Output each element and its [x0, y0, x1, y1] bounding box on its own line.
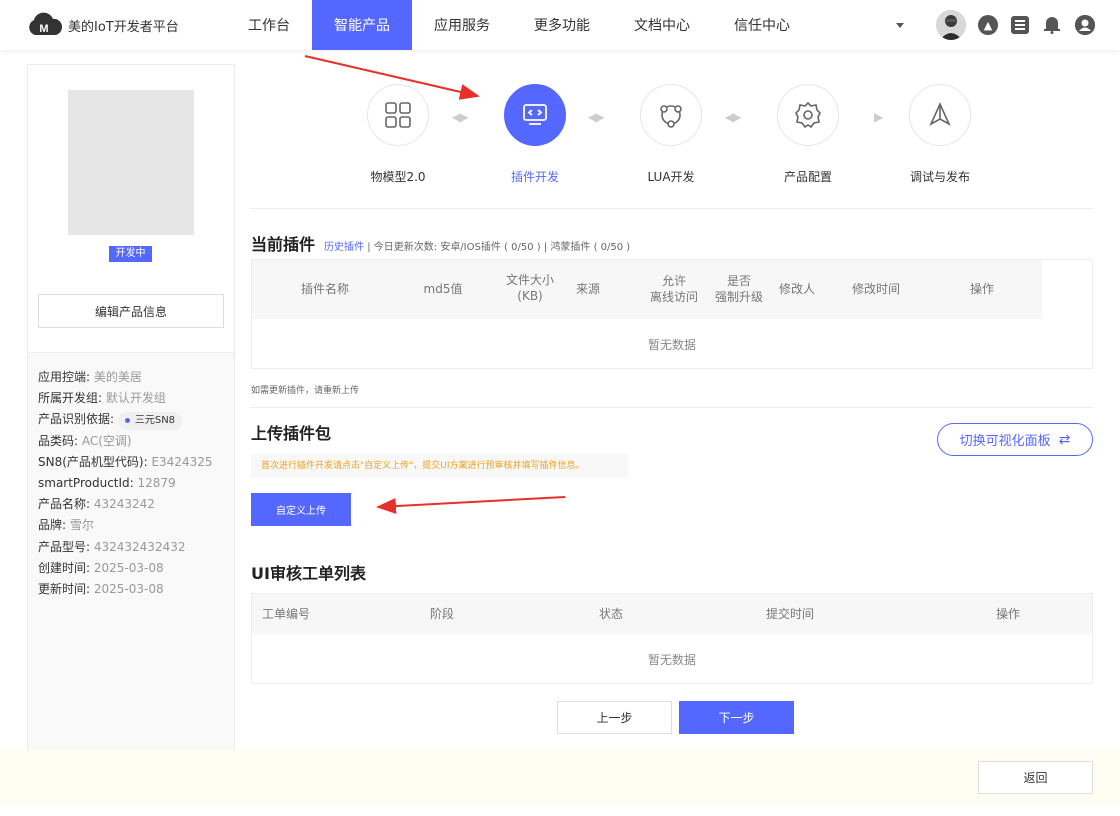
- step-lua-dev[interactable]: LUA开发: [631, 84, 711, 185]
- col-review-actions: 操作: [995, 607, 1020, 621]
- info-brand: 品牌: 雪尔: [38, 518, 94, 533]
- back-button[interactable]: 返回: [978, 761, 1093, 794]
- nav-app-services[interactable]: 应用服务: [412, 0, 512, 50]
- plugins-empty-text: 暂无数据: [647, 338, 696, 352]
- col-file-size: 文件大小 (KB): [505, 273, 554, 303]
- development-steps: 物模型2.0 ◀▶ 插件开发 ◀▶ LUA开发 ◀▶ 产品配置 ▶ 调试与发布: [250, 64, 1093, 209]
- info-created: 创建时间: 2025-03-08: [38, 560, 164, 575]
- col-source: 来源: [575, 282, 600, 296]
- next-step-button[interactable]: 下一步: [679, 701, 794, 734]
- list-icon[interactable]: [1011, 16, 1029, 34]
- sn8-chip: 三元SN8: [117, 412, 183, 431]
- info-product-name: 产品名称: 43243242: [38, 497, 155, 512]
- upload-plugin-title: 上传插件包: [251, 424, 332, 443]
- top-nav-bar: M 美的IoT开发者平台 工作台 智能产品 应用服务 更多功能 文档中心 信任中…: [0, 0, 1120, 50]
- section-divider: [250, 407, 1093, 408]
- ui-review-table: 工单编号 阶段 状态 提交时间 操作 暂无数据: [251, 593, 1093, 684]
- gear-icon: [777, 84, 839, 146]
- status-badge: 开发中: [109, 246, 152, 262]
- android-ios-quota: 安卓/IOS插件 ( 0/50 ): [440, 242, 541, 253]
- brand-name: 美的IoT开发者平台: [68, 19, 179, 35]
- swap-arrows-icon: ⇄: [1058, 431, 1071, 448]
- info-smart-product-id: smartProductId: 12879: [38, 476, 176, 491]
- nav-smart-products[interactable]: 智能产品: [312, 0, 412, 50]
- info-category-code: 品类码: AC(空调): [38, 433, 132, 448]
- info-model: 产品型号: 432432432432: [38, 539, 186, 554]
- nav-trust-center[interactable]: 信任中心: [712, 0, 812, 50]
- step-thing-model[interactable]: 物模型2.0: [358, 84, 438, 185]
- annotation-arrow-to-upload: [376, 496, 566, 515]
- chevron-down-icon[interactable]: [896, 22, 904, 28]
- cloud-logo-icon: M: [26, 12, 63, 38]
- info-dev-group: 所属开发组: 默认开发组: [38, 391, 166, 406]
- avatar[interactable]: [936, 10, 966, 40]
- svg-text:M: M: [39, 23, 48, 35]
- harmony-quota: 鸿蒙插件 ( 0/50 ): [550, 242, 631, 253]
- footer-bar: 返回: [0, 750, 1120, 804]
- nav-more-features[interactable]: 更多功能: [512, 0, 612, 50]
- col-force-upgrade: 是否 强制升级: [714, 274, 763, 304]
- current-plugins-table: 插件名称 md5值 文件大小 (KB) 来源 允许 离线访问 是否 强制升级 修…: [251, 259, 1093, 369]
- upload-tip: 首次进行插件开发请点击"自定义上传"，提交UI方案进行预审核并填写插件信息。: [251, 454, 628, 478]
- col-status: 状态: [598, 607, 623, 621]
- review-table-header: 工单编号 阶段 状态 提交时间 操作: [252, 594, 1092, 634]
- nav-workbench[interactable]: 工作台: [226, 0, 312, 50]
- user-icon[interactable]: [1075, 15, 1095, 35]
- step-connector-icon: ◀▶: [452, 110, 469, 124]
- plugin-quota-line: 历史插件 | 今日更新次数: 安卓/IOS插件 ( 0/50 ) | 鸿蒙插件 …: [324, 242, 631, 253]
- nav-docs-center[interactable]: 文档中心: [612, 0, 712, 50]
- step-connector-icon: ◀▶: [588, 110, 605, 124]
- custom-upload-button[interactable]: 自定义上传: [251, 493, 351, 526]
- prev-step-button[interactable]: 上一步: [557, 701, 672, 734]
- col-offline-access: 允许 离线访问: [649, 274, 698, 304]
- ui-review-title: UI审核工单列表: [251, 564, 366, 583]
- send-icon: [909, 84, 971, 146]
- brand-logo[interactable]: M 美的IoT开发者平台: [26, 12, 226, 38]
- network-icon: [640, 84, 702, 146]
- product-image-placeholder: [68, 90, 194, 235]
- col-modifier: 修改人: [778, 282, 815, 296]
- step-plugin-dev[interactable]: 插件开发: [495, 84, 575, 185]
- step-connector-icon: ◀▶: [725, 110, 742, 124]
- bell-icon[interactable]: [1042, 14, 1062, 37]
- step-connector-icon: ▶: [874, 110, 883, 124]
- switch-visual-panel-button[interactable]: 切换可视化面板 ⇄: [937, 423, 1093, 456]
- review-empty-text: 暂无数据: [647, 653, 696, 667]
- grid-icon: [367, 84, 429, 146]
- col-ticket-no: 工单编号: [262, 607, 311, 621]
- info-app-client: 应用控端: 美的美居: [38, 370, 142, 384]
- col-stage: 阶段: [429, 607, 454, 621]
- header-actions: ▲: [896, 0, 1120, 50]
- info-identification: 产品识别依据: 三元SN8: [38, 409, 224, 431]
- step-debug-release[interactable]: 调试与发布: [900, 84, 980, 185]
- product-details: 应用控端: 美的美居 所属开发组: 默认开发组 产品识别依据: 三元SN8 品类…: [28, 353, 234, 753]
- code-screen-icon: [504, 84, 566, 146]
- info-updated: 更新时间: 2025-03-08: [38, 582, 164, 597]
- update-count-label: 今日更新次数:: [373, 242, 438, 253]
- step-product-config[interactable]: 产品配置: [768, 84, 848, 185]
- col-modified-time: 修改时间: [851, 282, 900, 296]
- info-sn8: SN8(产品机型代码): E3424325: [38, 454, 213, 469]
- edit-product-button[interactable]: 编辑产品信息: [38, 294, 224, 328]
- reupload-note: 如需更新插件，请重新上传: [251, 386, 360, 396]
- col-md5: md5值: [423, 282, 463, 296]
- col-plugin-name: 插件名称: [300, 282, 349, 296]
- history-plugins-link[interactable]: 历史插件: [324, 242, 364, 253]
- current-plugins-title: 当前插件: [251, 235, 316, 254]
- col-submit-time: 提交时间: [765, 607, 814, 621]
- col-actions: 操作: [969, 282, 994, 296]
- plugins-table-header: 插件名称 md5值 文件大小 (KB) 来源 允许 离线访问 是否 强制升级 修…: [252, 260, 1042, 319]
- main-nav: 工作台 智能产品 应用服务 更多功能 文档中心 信任中心: [226, 0, 812, 50]
- upload-icon[interactable]: ▲: [978, 15, 998, 35]
- product-info-panel: 开发中 编辑产品信息 应用控端: 美的美居 所属开发组: 默认开发组 产品识别依…: [27, 64, 235, 754]
